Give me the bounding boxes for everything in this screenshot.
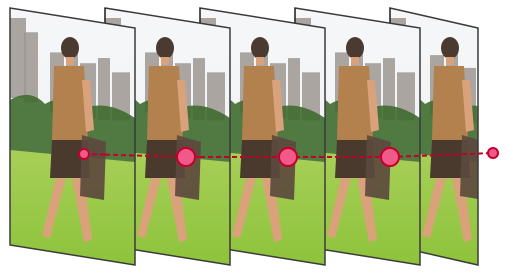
tracked-point-2 (176, 147, 196, 167)
shopping-bag (270, 135, 296, 200)
tracked-point-4 (380, 147, 400, 167)
shopping-bag (175, 135, 201, 200)
shopping-bag (80, 135, 106, 200)
tracked-point-1 (78, 148, 90, 160)
tracking-figure (0, 0, 513, 273)
shopping-bag (460, 135, 478, 200)
video-frame-1 (9, 7, 136, 266)
frame-sequence-diagram (9, 7, 499, 266)
tracked-point-3 (278, 147, 298, 167)
shopping-bag (365, 135, 391, 200)
tracked-point-5 (487, 147, 499, 159)
